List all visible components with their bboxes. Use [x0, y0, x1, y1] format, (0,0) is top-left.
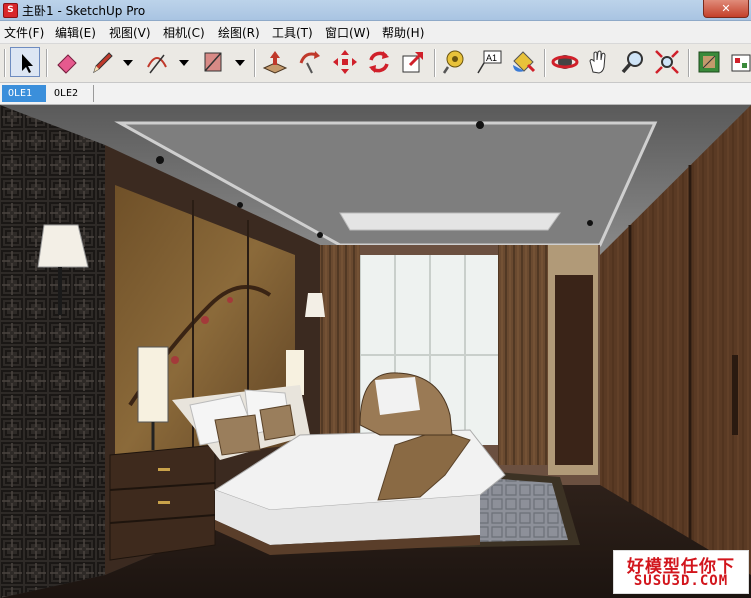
menu-file[interactable]: 文件(F): [4, 24, 44, 41]
menu-window[interactable]: 窗口(W): [325, 24, 370, 41]
follow-me-icon: [299, 51, 320, 74]
wall-sconce: [305, 293, 325, 317]
pencil-dropdown[interactable]: [122, 52, 134, 72]
pencil-icon: [93, 52, 113, 74]
zoom-icon: [621, 51, 643, 74]
toolbar-separator: [254, 49, 256, 77]
lattice-wall: [0, 105, 105, 598]
window-title: 主卧1 - SketchUp Pro: [22, 4, 146, 18]
rotate-icon: [369, 51, 389, 73]
menu-draw[interactable]: 绘图(R): [218, 24, 260, 41]
menu-view[interactable]: 视图(V): [109, 24, 151, 41]
chevron-down-icon: [179, 60, 189, 66]
curtain-left: [320, 245, 360, 445]
rectangle-button[interactable]: [198, 47, 228, 77]
downlight: [587, 220, 593, 226]
push-pull-icon: [262, 51, 288, 74]
orbit-icon: [551, 55, 579, 69]
tab-ole1[interactable]: OLE1: [2, 85, 46, 102]
tape-measure-icon: [442, 50, 464, 74]
zoom-button[interactable]: [618, 47, 648, 77]
tab-ole2[interactable]: OLE2: [48, 85, 94, 102]
armchair-cushion: [375, 377, 420, 415]
warehouse-icon: [731, 54, 751, 72]
menu-tools[interactable]: 工具(T): [272, 24, 313, 41]
follow-me-button[interactable]: [295, 47, 325, 77]
toolbar-grip: [4, 49, 6, 77]
select-tool-button[interactable]: [10, 47, 40, 77]
menu-bar: 文件(F) 编辑(E) 视图(V) 相机(C) 绘图(R) 工具(T) 窗口(W…: [0, 21, 751, 44]
pan-button[interactable]: [584, 47, 614, 77]
rotate-button[interactable]: [364, 47, 394, 77]
toolbar-separator: [46, 49, 48, 77]
scale-icon: [402, 52, 423, 73]
pan-icon: [589, 50, 606, 74]
ceiling-light-cove: [339, 212, 561, 231]
chevron-down-icon: [123, 60, 133, 66]
rectangle-dropdown[interactable]: [234, 52, 246, 72]
watermark-url: SUSU3D.COM: [633, 573, 729, 589]
title-bar: S 主卧1 - SketchUp Pro ✕: [0, 0, 751, 21]
3d-bedroom-model: [0, 105, 751, 598]
zoom-extents-icon: [655, 50, 679, 74]
chevron-down-icon: [235, 60, 245, 66]
toolbar-separator: [434, 49, 436, 77]
arc-button[interactable]: [142, 47, 172, 77]
toolbar-separator: [688, 49, 690, 77]
scale-button[interactable]: [398, 47, 428, 77]
cushion: [214, 414, 261, 456]
text-tool-label: A1: [486, 53, 497, 63]
paint-bucket-button[interactable]: [508, 47, 538, 77]
push-pull-button[interactable]: [260, 47, 290, 77]
table-lamp: [137, 346, 169, 423]
toolbar-separator: [544, 49, 546, 77]
select-tool-icon: [22, 54, 33, 73]
component-button[interactable]: [694, 47, 724, 77]
downlight: [156, 156, 164, 164]
menu-edit[interactable]: 编辑(E): [55, 24, 96, 41]
rectangle-icon: [204, 52, 222, 72]
downlight: [317, 232, 323, 238]
model-viewport[interactable]: 好模型任你下 SUSU3D.COM: [0, 105, 751, 598]
orbit-button[interactable]: [550, 47, 580, 77]
watermark: 好模型任你下 SUSU3D.COM: [613, 550, 749, 594]
eraser-button[interactable]: [52, 47, 82, 77]
zoom-extents-button[interactable]: [652, 47, 682, 77]
scene-tab-bar: OLE1 OLE2: [0, 83, 751, 105]
arc-dropdown[interactable]: [178, 52, 190, 72]
pencil-button[interactable]: [88, 47, 118, 77]
text-button[interactable]: A1: [474, 47, 504, 77]
door: [555, 275, 593, 465]
warehouse-button[interactable]: [726, 47, 751, 77]
eraser-icon: [57, 54, 77, 74]
curtain-right: [498, 245, 548, 465]
text-icon: A1: [477, 50, 502, 74]
paint-bucket-icon: [513, 51, 536, 73]
cushion: [259, 404, 296, 441]
main-toolbar: A1: [0, 44, 751, 83]
move-icon: [333, 50, 357, 74]
menu-help[interactable]: 帮助(H): [382, 24, 424, 41]
move-button[interactable]: [330, 47, 360, 77]
close-button[interactable]: ✕: [703, 0, 749, 18]
arc-icon: [147, 54, 167, 74]
component-icon: [698, 51, 720, 73]
sketchup-logo-icon: S: [3, 3, 18, 18]
tape-measure-button[interactable]: [440, 47, 470, 77]
menu-camera[interactable]: 相机(C): [163, 24, 205, 41]
downlight: [476, 121, 484, 129]
